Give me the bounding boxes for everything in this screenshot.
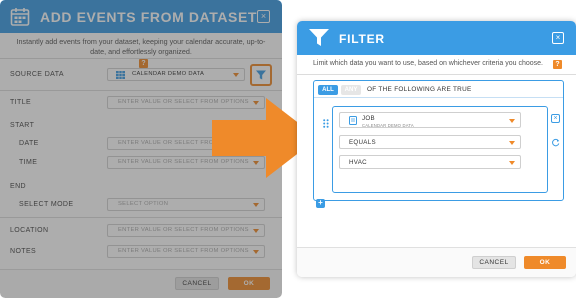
match-any-toggle[interactable]: ANY [341, 85, 361, 95]
chevron-down-icon [509, 161, 515, 165]
dialog-title: FILTER [339, 32, 385, 46]
description-text: Instantly add events from your dataset, … [16, 37, 266, 56]
divider [0, 217, 282, 218]
chevron-down-icon [253, 229, 259, 233]
dialog-header: ADD EVENTS FROM DATASET × [0, 0, 282, 33]
notes-placeholder: ENTER VALUE OR SELECT FROM OPTIONS [118, 248, 249, 254]
select-mode-field[interactable]: SELECT OPTION [107, 198, 265, 211]
table-icon [116, 71, 125, 79]
operator-value: EQUALS [349, 139, 376, 146]
select-mode-label: SELECT MODE [19, 201, 74, 208]
dialog-header: FILTER × [297, 21, 576, 55]
chevron-down-icon [253, 250, 259, 254]
condition-field-value: JOB [362, 115, 375, 122]
help-icon[interactable]: ? [553, 60, 562, 69]
add-condition-button[interactable]: + [316, 199, 325, 208]
divider [0, 58, 282, 59]
date-label: DATE [19, 140, 39, 147]
match-all-toggle[interactable]: ALL [318, 85, 338, 95]
divider [314, 97, 563, 98]
divider [297, 74, 576, 75]
source-data-value: CALENDAR DEMO DATA [132, 71, 205, 77]
close-icon[interactable]: × [257, 10, 270, 23]
divider [0, 90, 282, 91]
match-text: OF THE FOLLOWING ARE TRUE [367, 86, 472, 93]
condition-value: HVAC [349, 159, 367, 166]
filter-icon [309, 29, 329, 46]
chevron-down-icon [509, 119, 515, 123]
value-select[interactable]: HVAC [339, 155, 521, 169]
close-icon[interactable]: × [552, 32, 564, 44]
remove-condition-icon[interactable]: × [551, 114, 560, 123]
dialog-footer: CANCEL OK [0, 269, 282, 298]
source-data-label: SOURCE DATA [10, 71, 64, 78]
cancel-button[interactable]: CANCEL [175, 277, 219, 290]
dialog-footer: CANCEL OK [297, 247, 576, 277]
calendar-icon [10, 8, 30, 26]
filter-dialog: FILTER × Limit which data you want to us… [297, 21, 576, 277]
condition-field-source: CALENDAR DEMO DATA [362, 123, 414, 128]
time-label: TIME [19, 159, 38, 166]
filter-button[interactable] [250, 64, 272, 86]
dialog-description: Limit which data you want to use, based … [313, 60, 562, 69]
description-text: Limit which data you want to use, based … [313, 60, 543, 67]
dialog-title: ADD EVENTS FROM DATASET [40, 9, 258, 25]
condition-card: JOB CALENDAR DEMO DATA EQUALS HVAC [332, 106, 548, 193]
ok-button[interactable]: OK [524, 256, 566, 269]
help-icon[interactable]: ? [139, 59, 148, 68]
location-placeholder: ENTER VALUE OR SELECT FROM OPTIONS [118, 227, 249, 233]
chevron-down-icon [233, 73, 239, 77]
title-label: TITLE [10, 99, 32, 106]
location-field[interactable]: ENTER VALUE OR SELECT FROM OPTIONS [107, 224, 265, 237]
field-icon [349, 116, 357, 125]
condition-field-select[interactable]: JOB CALENDAR DEMO DATA [339, 112, 521, 128]
select-mode-placeholder: SELECT OPTION [118, 201, 169, 207]
chevron-down-icon [253, 203, 259, 207]
source-data-select[interactable]: CALENDAR DEMO DATA [107, 68, 245, 81]
cancel-button[interactable]: CANCEL [472, 256, 516, 269]
location-label: LOCATION [10, 227, 49, 234]
screenshot-stage: ADD EVENTS FROM DATASET × Instantly add … [0, 0, 576, 298]
refresh-icon[interactable] [551, 138, 560, 147]
chevron-down-icon [509, 141, 515, 145]
start-label: START [10, 122, 35, 129]
filter-icon [256, 70, 266, 80]
operator-select[interactable]: EQUALS [339, 135, 521, 149]
notes-field[interactable]: ENTER VALUE OR SELECT FROM OPTIONS [107, 245, 265, 258]
end-label: END [10, 183, 26, 190]
ok-button[interactable]: OK [228, 277, 270, 290]
drag-handle-icon[interactable] [323, 119, 329, 128]
notes-label: NOTES [10, 248, 37, 255]
dialog-description: Instantly add events from your dataset, … [14, 37, 268, 68]
rule-group: ALL ANY OF THE FOLLOWING ARE TRUE JOB CA… [313, 80, 564, 201]
